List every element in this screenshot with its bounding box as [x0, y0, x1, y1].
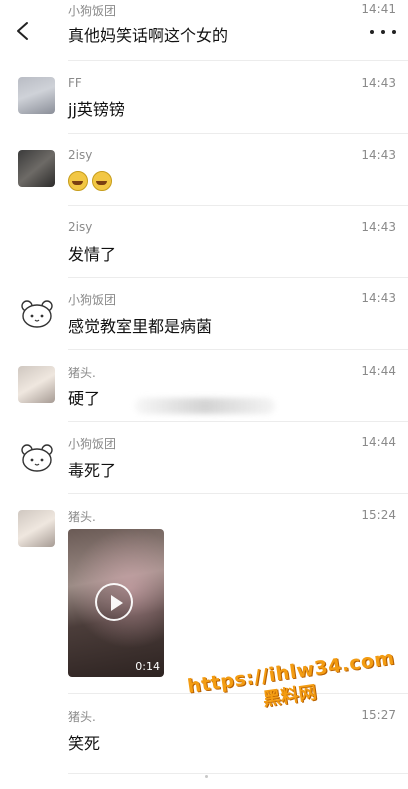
divider [68, 493, 408, 494]
divider [68, 349, 408, 350]
back-button[interactable] [10, 18, 36, 44]
message-text: 感觉教室里都是病菌 [68, 317, 213, 336]
sender-name: 猪头. [68, 366, 96, 380]
bear-avatar-icon [20, 443, 53, 472]
message-text: 毒死了 [68, 461, 117, 480]
video-duration: 0:14 [135, 660, 160, 673]
message-time: 14:43 [361, 220, 396, 234]
avatar[interactable] [18, 510, 55, 547]
message-time: 14:43 [361, 76, 396, 90]
divider [68, 60, 408, 61]
divider [68, 205, 408, 206]
more-dot-icon [381, 30, 385, 34]
blurred-overlay [135, 398, 275, 414]
laugh-cry-emoji-icon [92, 170, 112, 191]
message-emoji [68, 170, 116, 191]
avatar[interactable] [18, 150, 55, 187]
watermark-brand: 黑料网 [261, 682, 319, 711]
video-message[interactable]: 0:14 [68, 529, 164, 677]
message-text: 笑死 [68, 734, 101, 753]
scroll-indicator [205, 775, 208, 778]
chevron-left-icon [17, 22, 28, 40]
more-dot-icon [370, 30, 374, 34]
avatar[interactable] [18, 366, 55, 403]
message-time: 14:44 [361, 364, 396, 378]
more-options-button[interactable] [370, 24, 396, 40]
message-time: 15:27 [361, 708, 396, 722]
divider [68, 421, 408, 422]
previous-message-text: 真他妈笑话啊这个女的 [68, 26, 229, 45]
message-text: 发情了 [68, 245, 117, 264]
sender-name: 2isy [68, 220, 93, 234]
bear-avatar-icon [20, 299, 53, 328]
message-time: 14:44 [361, 435, 396, 449]
sender-name: 猪头. [68, 510, 96, 524]
previous-message-time: 14:41 [361, 2, 396, 16]
message-text: jj英镑镑 [68, 100, 125, 119]
chat-screen: 小狗饭团 14:41 真他妈笑话啊这个女的 FF 14:43 jj英镑镑 2is… [0, 0, 408, 789]
avatar[interactable] [18, 77, 55, 114]
sender-name: FF [68, 76, 82, 90]
divider [68, 277, 408, 278]
watermark: https://ihlw34.com 黑料网 [186, 646, 396, 721]
divider [68, 133, 408, 134]
avatar[interactable] [18, 439, 55, 476]
previous-message-sender: 小狗饭团 [68, 4, 117, 18]
message-time: 15:24 [361, 508, 396, 522]
sender-name: 小狗饭团 [68, 293, 117, 307]
sender-name: 小狗饭团 [68, 437, 117, 451]
play-icon[interactable] [95, 583, 133, 621]
divider [68, 773, 408, 774]
message-time: 14:43 [361, 148, 396, 162]
divider [68, 693, 408, 694]
sender-name: 猪头. [68, 710, 96, 724]
sender-name: 2isy [68, 148, 93, 162]
watermark-url: https://ihlw34.com [186, 646, 396, 698]
more-dot-icon [392, 30, 396, 34]
message-time: 14:43 [361, 291, 396, 305]
laugh-cry-emoji-icon [68, 170, 88, 191]
message-text: 硬了 [68, 389, 101, 408]
avatar[interactable] [18, 295, 55, 332]
header-bar: 小狗饭团 14:41 真他妈笑话啊这个女的 [0, 0, 408, 60]
